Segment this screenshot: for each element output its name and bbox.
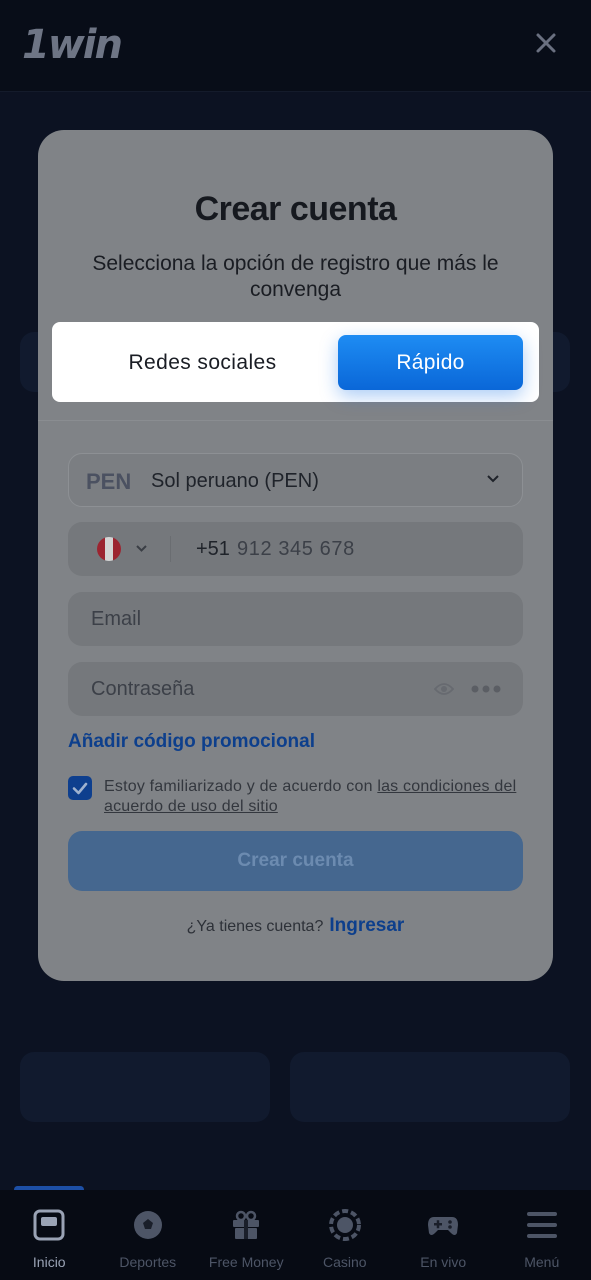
currency-select[interactable]: PEN Sol peruano (PEN) <box>68 453 523 507</box>
checkmark-icon <box>72 782 88 795</box>
phone-field[interactable]: +51 912 345 678 <box>68 522 523 576</box>
nav-label: Deportes <box>119 1254 177 1270</box>
casino-chip-icon <box>328 1209 361 1241</box>
menu-icon <box>526 1212 557 1238</box>
tab-quick[interactable]: Rápido <box>338 335 523 390</box>
bg-card <box>20 1052 270 1122</box>
nav-label: En vivo <box>420 1254 467 1270</box>
bottom-nav: Inicio Deportes Free Money Casino En viv… <box>0 1190 591 1280</box>
nav-label: Inicio <box>32 1254 66 1270</box>
tab-social-networks[interactable]: Redes sociales <box>70 337 335 389</box>
divider <box>38 420 553 421</box>
currency-code: PEN <box>86 469 132 494</box>
eye-icon[interactable] <box>434 681 454 697</box>
nav-label: Free Money <box>208 1254 284 1270</box>
email-field[interactable]: Email <box>68 592 523 646</box>
nav-item-en-vivo[interactable]: En vivo <box>394 1190 493 1280</box>
nav-label: Menú <box>524 1254 560 1270</box>
app-logo[interactable]: 1win <box>22 22 123 68</box>
close-icon[interactable] <box>535 32 557 54</box>
nav-item-menu[interactable]: Menú <box>493 1190 591 1280</box>
login-row: ¿Ya tienes cuenta? Ingresar <box>0 915 591 937</box>
chevron-down-icon[interactable] <box>135 544 148 553</box>
top-bar: 1win <box>0 0 591 92</box>
create-account-button[interactable]: Crear cuenta <box>68 831 523 891</box>
divider <box>170 536 171 562</box>
currency-name: Sol peruano (PEN) <box>151 470 319 492</box>
login-link[interactable]: Ingresar <box>329 915 404 936</box>
nav-item-inicio[interactable]: Inicio <box>0 1190 99 1280</box>
password-input[interactable]: Contraseña <box>91 678 194 701</box>
modal-title: Crear cuenta <box>194 190 397 228</box>
home-icon <box>33 1209 65 1241</box>
email-input[interactable]: Email <box>91 608 141 631</box>
nav-item-free-money[interactable]: Free Money <box>197 1190 296 1280</box>
login-prompt: ¿Ya tienes cuenta? <box>186 918 324 935</box>
nav-item-casino[interactable]: Casino <box>296 1190 395 1280</box>
peru-flag-icon[interactable] <box>97 537 121 561</box>
chevron-down-icon <box>487 475 499 483</box>
terms-checkbox[interactable] <box>68 776 92 800</box>
terms-text: Estoy familiarizado y de acuerdo con las… <box>104 777 524 817</box>
password-field[interactable]: Contraseña <box>68 662 523 716</box>
terms-label: Estoy familiarizado y de acuerdo con <box>104 778 378 795</box>
modal-subtitle: Selecciona la opción de registro que más… <box>92 252 499 301</box>
soccer-ball-icon <box>133 1211 162 1239</box>
bg-card <box>290 1052 570 1122</box>
gamepad-icon <box>428 1217 459 1235</box>
nav-label: Casino <box>322 1254 367 1270</box>
add-promo-code-link[interactable]: Añadir código promocional <box>68 731 315 753</box>
gift-icon <box>233 1210 260 1239</box>
nav-item-deportes[interactable]: Deportes <box>99 1190 198 1280</box>
more-dots-icon[interactable] <box>471 685 501 693</box>
phone-country-code: +51 <box>196 538 230 560</box>
phone-input[interactable]: 912 345 678 <box>237 538 355 561</box>
